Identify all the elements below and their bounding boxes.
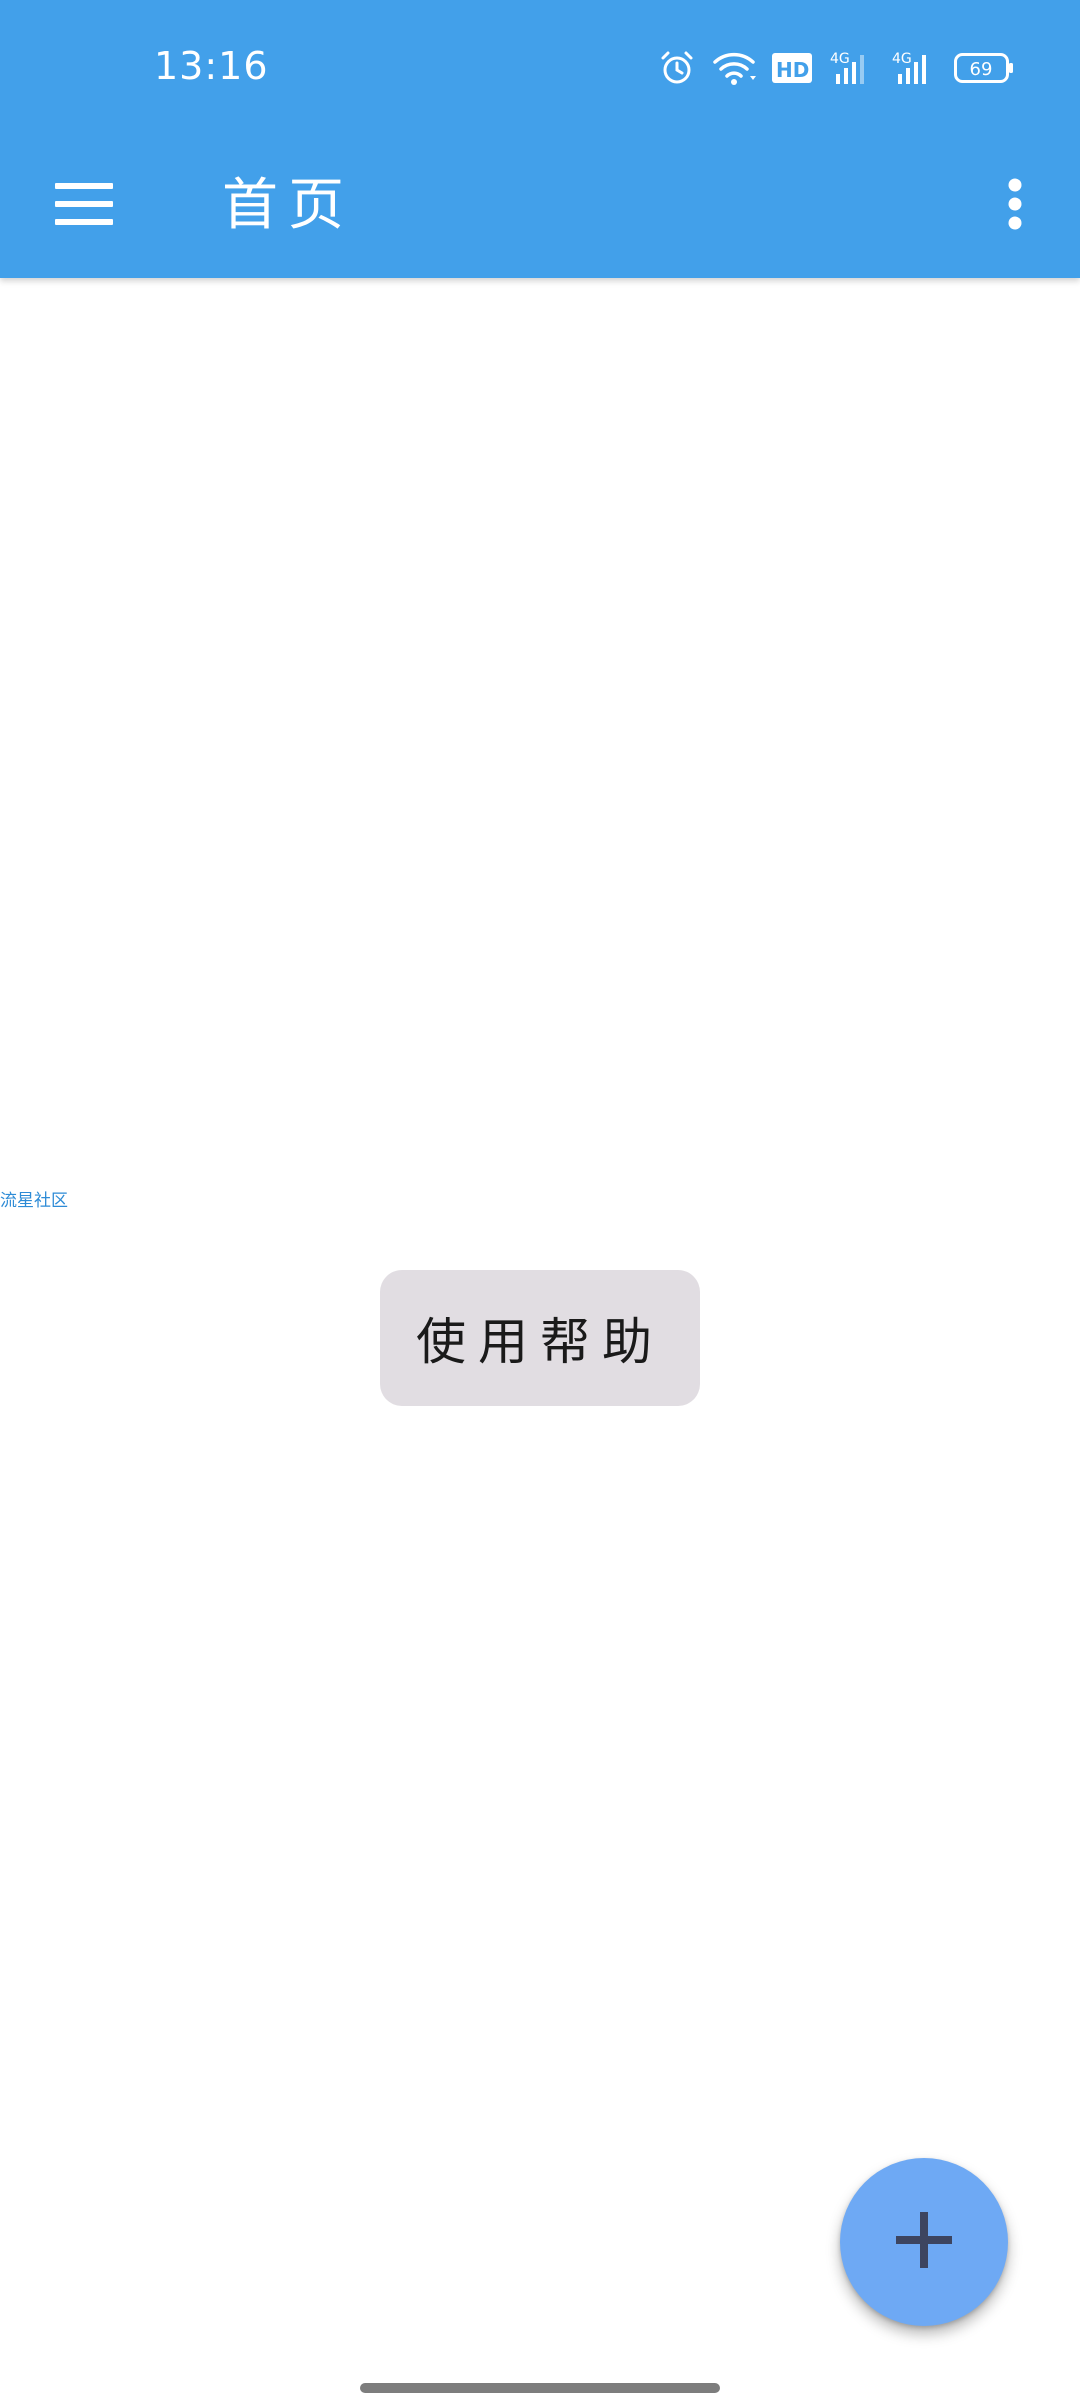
plus-icon <box>896 2212 952 2272</box>
app-bar: 首页 <box>0 134 1080 278</box>
hamburger-menu-icon <box>55 183 113 229</box>
hd-voice-icon: HD <box>772 51 814 85</box>
hd-label: HD <box>776 58 809 82</box>
add-fab-button[interactable] <box>840 2158 1008 2326</box>
home-indicator[interactable] <box>360 2383 720 2393</box>
menu-button[interactable] <box>40 170 128 242</box>
signal-4g-2-icon: 4G <box>892 50 938 86</box>
app-screen: 13:16 HD 4G 4G 69 首页 流星社区 使用帮助 <box>0 0 1080 2400</box>
status-bar: 13:16 HD 4G 4G 69 <box>0 0 1080 134</box>
help-button[interactable]: 使用帮助 <box>380 1270 700 1406</box>
battery-icon: 69 <box>954 51 1014 85</box>
network-label-1: 4G <box>830 51 850 67</box>
wifi-icon <box>712 50 756 86</box>
community-link[interactable]: 流星社区 <box>0 1186 68 1211</box>
top-bar: 13:16 HD 4G 4G 69 首页 <box>0 0 1080 278</box>
status-icons: HD 4G 4G 69 <box>658 46 1014 90</box>
network-label-2: 4G <box>892 51 912 67</box>
battery-level: 69 <box>970 59 993 80</box>
more-options-button[interactable] <box>980 164 1050 248</box>
page-title: 首页 <box>222 173 354 238</box>
signal-4g-1-icon: 4G <box>830 50 876 86</box>
alarm-icon <box>658 49 696 87</box>
status-time: 13:16 <box>154 44 269 88</box>
more-vertical-icon <box>1008 178 1022 234</box>
